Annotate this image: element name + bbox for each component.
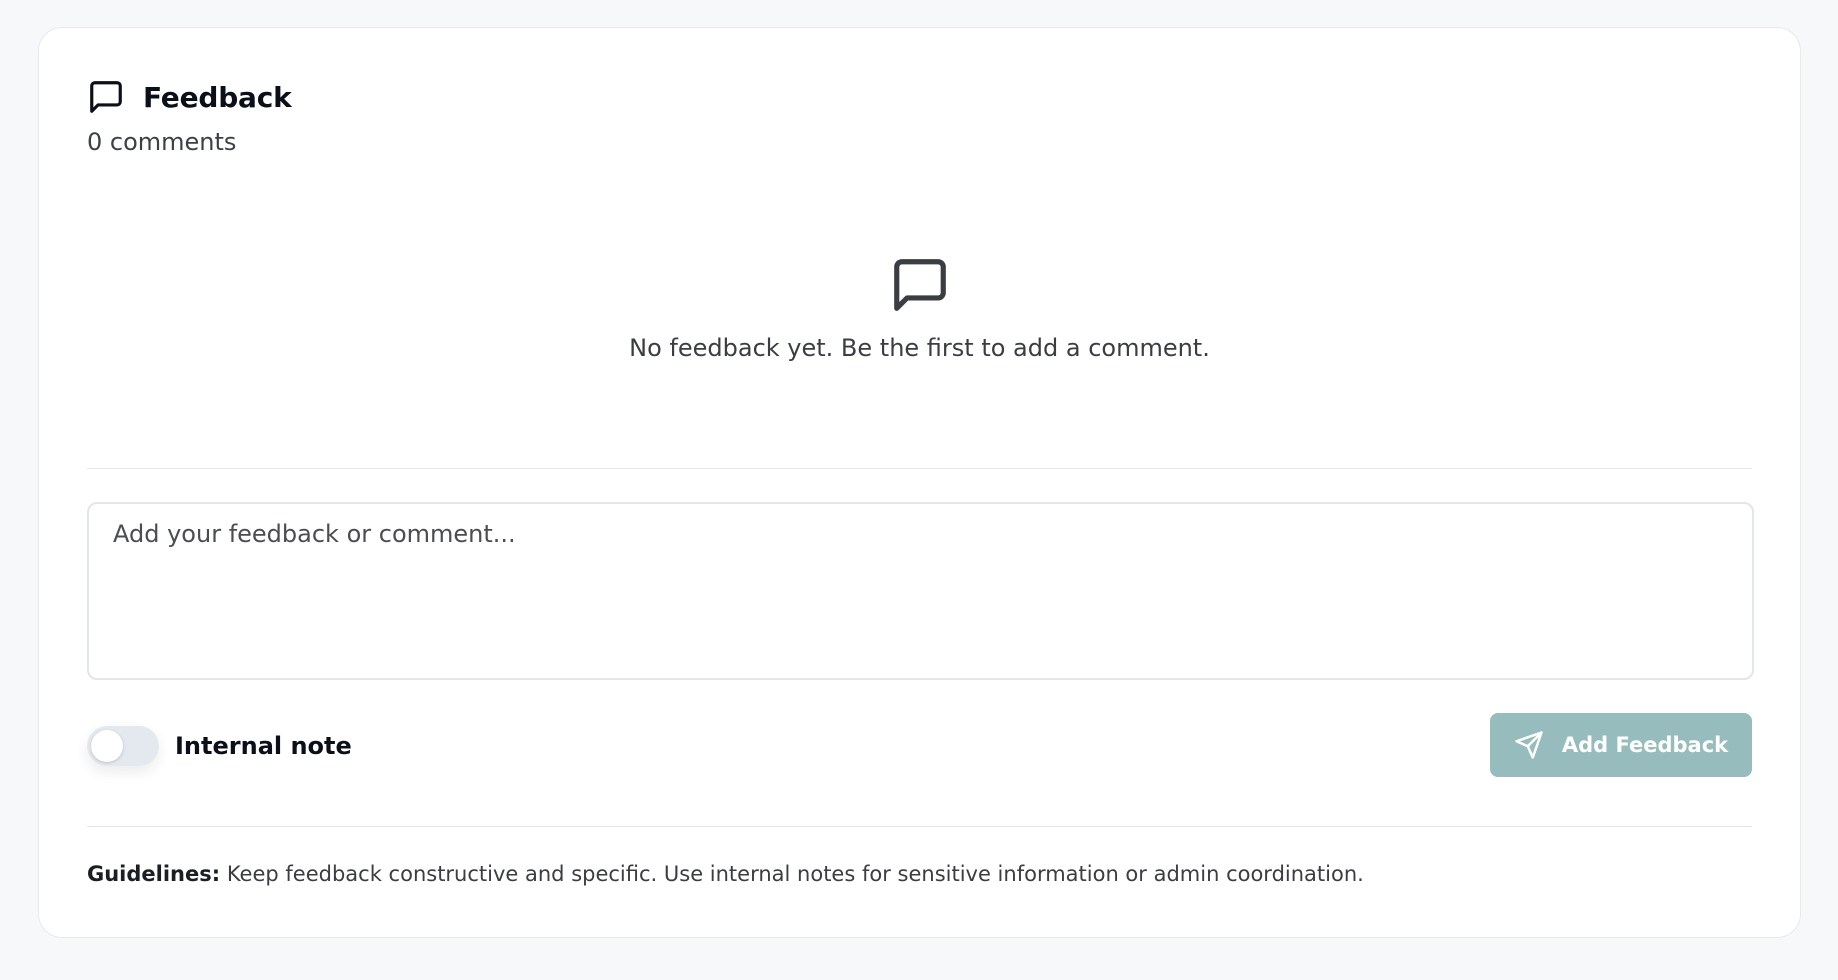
send-icon — [1514, 730, 1544, 760]
empty-state: No feedback yet. Be the first to add a c… — [39, 254, 1800, 362]
empty-state-message: No feedback yet. Be the first to add a c… — [629, 334, 1210, 362]
feedback-card: Feedback 0 comments No feedback yet. Be … — [38, 27, 1801, 938]
guidelines-text: Guidelines: Keep feedback constructive a… — [87, 862, 1364, 886]
comment-count: 0 comments — [87, 128, 237, 156]
divider — [87, 468, 1752, 469]
header-row: Feedback — [87, 78, 292, 116]
feedback-input[interactable] — [87, 502, 1754, 680]
message-square-icon — [87, 78, 125, 116]
divider — [87, 826, 1752, 827]
toggle-knob — [91, 730, 123, 762]
internal-note-label: Internal note — [175, 732, 352, 760]
page-title: Feedback — [143, 80, 292, 114]
internal-note-toggle-row: Internal note — [87, 726, 352, 766]
internal-note-toggle[interactable] — [87, 726, 159, 766]
message-square-icon — [889, 254, 951, 316]
guidelines-label: Guidelines: — [87, 862, 221, 886]
feedback-header: Feedback 0 comments — [87, 78, 292, 157]
add-feedback-button[interactable]: Add Feedback — [1490, 713, 1752, 777]
add-feedback-label: Add Feedback — [1561, 733, 1729, 757]
guidelines-body: Keep feedback constructive and specific.… — [220, 862, 1364, 886]
